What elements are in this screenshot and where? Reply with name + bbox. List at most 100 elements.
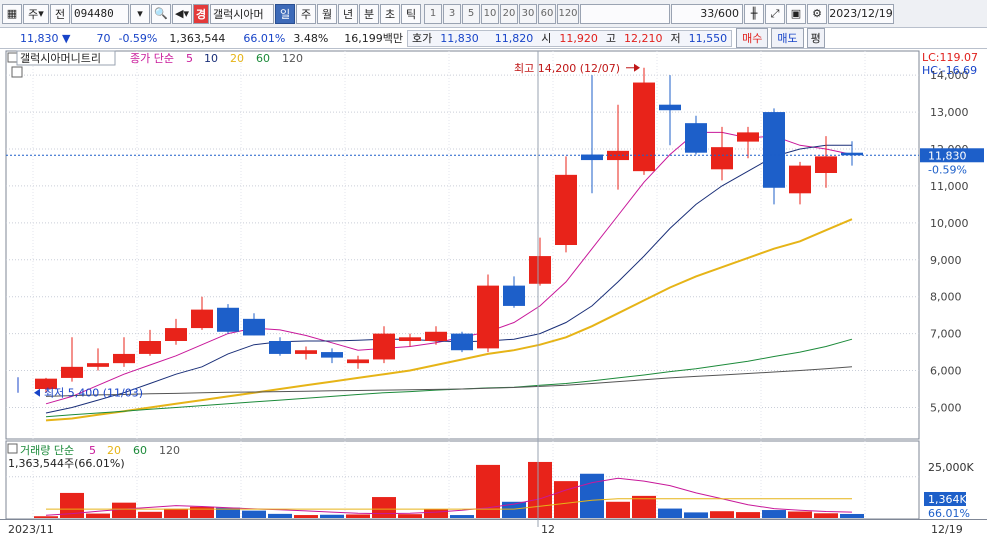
volume-legend-period-20: 20 — [107, 444, 121, 457]
turnover-percent: 3.48% — [293, 31, 329, 45]
volume-bar-3 — [112, 502, 136, 518]
market-select[interactable]: 주 ▾ — [23, 3, 49, 24]
volume-axis-label: 25,000K — [928, 461, 974, 474]
volume-bar-6 — [190, 506, 214, 518]
volume-bar-31 — [840, 513, 864, 518]
ask-price: 11,830 — [440, 31, 479, 45]
candle-body-9 — [269, 341, 291, 354]
save-icon[interactable]: ▣ — [786, 3, 806, 24]
gear-icon[interactable]: ⚙ — [807, 3, 827, 24]
candle-body-14 — [399, 337, 421, 341]
price-legend-period-120: 120 — [282, 52, 303, 65]
sell-button[interactable]: 매도 — [771, 28, 804, 48]
volume-bar-20 — [554, 481, 578, 518]
price-legend-period-10: 10 — [204, 52, 218, 65]
candle-body-19 — [529, 256, 551, 284]
volume-bar-15 — [424, 509, 448, 518]
x-label-end: 12/19 — [931, 523, 963, 536]
open-label: 시 — [541, 32, 552, 45]
period-tab-1[interactable]: 주 — [296, 3, 316, 24]
period-tab-2[interactable]: 월 — [317, 3, 337, 24]
candle-body-7 — [217, 307, 239, 332]
candle-body-24 — [659, 104, 681, 111]
candle-body-27 — [737, 132, 759, 142]
period-tab-6[interactable]: 틱 — [401, 3, 421, 24]
volume-legend-period-120: 120 — [159, 444, 180, 457]
search-icon[interactable]: 🔍 — [151, 3, 171, 24]
candle-body-18 — [503, 285, 525, 306]
volume-ratio-axis-label: 66.01% — [928, 507, 970, 520]
data-count-field[interactable]: 33/600 — [671, 3, 743, 24]
min-price-annotation: 최저 5,400 (11/03) — [44, 387, 143, 400]
stock-name-field[interactable]: 갤럭시아머 — [210, 3, 274, 24]
quote-bar: 11,830 ▼ 70 -0.59% 1,363,544 66.01% 3.48… — [0, 28, 987, 49]
grid-toggle-icon[interactable] — [11, 66, 23, 78]
interval-button-3[interactable]: 10 — [481, 3, 499, 24]
candle-body-23 — [633, 82, 655, 172]
legend-toggle-icon[interactable] — [7, 52, 18, 63]
volume-bar-5 — [164, 508, 188, 518]
date-field[interactable]: 2023/12/19 — [828, 3, 894, 24]
price-legend-period-5: 5 — [186, 52, 193, 65]
candle-body-5 — [165, 328, 187, 341]
volume-bar-21 — [580, 473, 604, 518]
buy-button[interactable]: 매수 — [736, 28, 769, 48]
candle-body-11 — [321, 352, 343, 358]
eval-button[interactable]: 평 — [806, 28, 825, 48]
candle-body-13 — [373, 333, 395, 360]
interval-button-0[interactable]: 1 — [424, 3, 442, 24]
candle-body-29 — [789, 165, 811, 194]
open-price: 11,920 — [559, 31, 598, 45]
hoga-label: 호가 — [412, 32, 433, 45]
y-tick-label-9: 5,000 — [930, 401, 962, 414]
interval-button-4[interactable]: 20 — [500, 3, 518, 24]
candle-type-icon[interactable]: ╫ — [744, 3, 764, 24]
price-chart[interactable]: 14,00013,00012,00011,00010,0009,0008,000… — [0, 49, 987, 539]
period-tab-0[interactable]: 일 — [275, 3, 295, 24]
period-tab-4[interactable]: 분 — [359, 3, 379, 24]
candle-body-25 — [685, 123, 707, 153]
current-change-axis-label: -0.59% — [928, 163, 967, 176]
market-label: 주 — [28, 7, 39, 21]
max-price-annotation: 최고 14,200 (12/07) — [514, 62, 620, 75]
volume-bar-26 — [710, 511, 734, 518]
interval-buttons: 1 3 5 10 20 30 60 120 — [424, 3, 580, 24]
price-legend-label: 종가 단순 — [130, 52, 174, 65]
volume-bar-28 — [762, 510, 786, 518]
chart-settings-icon[interactable]: ▦ — [2, 3, 22, 24]
interval-button-6[interactable]: 60 — [538, 3, 556, 24]
period-tab-3[interactable]: 년 — [338, 3, 358, 24]
volume-bar-8 — [242, 510, 266, 518]
low-price: 11,550 — [688, 31, 728, 45]
candle-body-2 — [87, 363, 109, 367]
market-button[interactable]: 전 — [50, 3, 70, 24]
candle-body-8 — [243, 318, 265, 336]
interval-button-7[interactable]: 120 — [557, 3, 579, 24]
volume-bar-19 — [528, 461, 552, 518]
interval-button-5[interactable]: 30 — [519, 3, 537, 24]
stock-code-input[interactable]: 094480 — [71, 3, 129, 24]
volume-bar-22 — [606, 501, 630, 518]
code-dropdown-icon[interactable]: ▾ — [130, 3, 150, 24]
drawing-tool-icon[interactable]: ⤢ — [765, 3, 785, 24]
trade-amount: 16,199백만 — [344, 32, 404, 45]
period-tab-5[interactable]: 초 — [380, 3, 400, 24]
interval-button-1[interactable]: 3 — [443, 3, 461, 24]
volume-bar-24 — [658, 508, 682, 518]
candle-body-1 — [61, 366, 83, 378]
candle-body-15 — [425, 331, 447, 341]
candle-body-10 — [295, 350, 317, 354]
volume-bar-10 — [294, 515, 318, 518]
volume-legend-period-5: 5 — [89, 444, 96, 457]
volume-bar-25 — [684, 512, 708, 518]
volume-legend-toggle-icon[interactable] — [7, 443, 18, 454]
volume-bar-0 — [34, 516, 58, 518]
interval-input[interactable] — [580, 3, 670, 24]
speaker-icon[interactable]: ◀▾ — [172, 3, 192, 24]
volume-summary: 1,363,544주(66.01%) — [8, 457, 125, 470]
x-label-start: 2023/11 — [8, 523, 54, 536]
change-amount: 70 — [96, 31, 111, 45]
volume-current-label: 1,364K — [928, 493, 967, 506]
hc-label: HC:-16.69 — [922, 64, 977, 77]
interval-button-2[interactable]: 5 — [462, 3, 480, 24]
